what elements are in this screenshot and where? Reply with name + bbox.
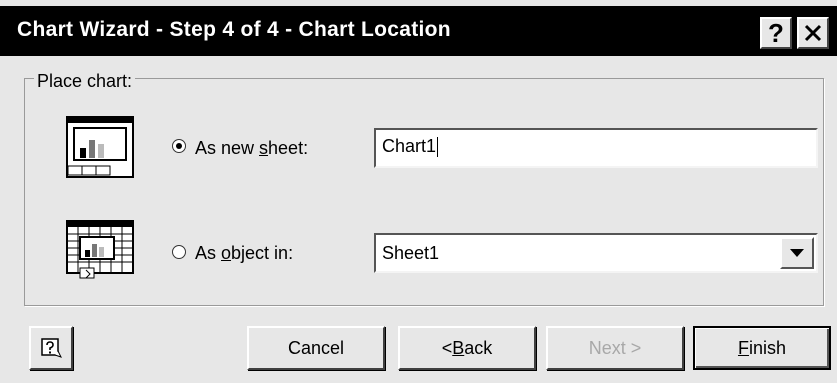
embedded-chart-icon (66, 220, 134, 279)
accelerator-key: F (737, 337, 749, 358)
button-text: < (441, 337, 453, 358)
dialog-title: Chart Wizard - Step 4 of 4 - Chart Locat… (17, 18, 451, 41)
cancel-button[interactable]: Cancel (247, 326, 385, 370)
finish-button[interactable]: Finish (693, 326, 831, 370)
text-caret (437, 137, 439, 158)
office-assistant-button[interactable] (29, 326, 73, 370)
chart-wizard-dialog: Chart Wizard - Step 4 of 4 - Chart Locat… (0, 0, 837, 383)
button-text: ack (464, 337, 493, 358)
close-button[interactable] (797, 17, 829, 49)
label-text: As (195, 243, 222, 263)
label-text: heet: (268, 138, 309, 158)
help-assistant-icon (41, 338, 62, 358)
close-icon (804, 24, 822, 42)
accelerator-key: B (452, 337, 465, 358)
help-title-button[interactable]: ? (760, 17, 792, 49)
triangle-down-icon (790, 249, 804, 257)
new-sheet-name-value: Chart1 (382, 136, 437, 156)
label-text: As new (195, 138, 260, 158)
as-object-in-label[interactable]: As object in: (195, 243, 293, 264)
back-button[interactable]: < Back (398, 326, 536, 370)
as-new-sheet-radio[interactable] (172, 139, 186, 153)
accelerator-key: o (221, 243, 232, 263)
new-sheet-name-input[interactable]: Chart1 (374, 128, 818, 168)
object-in-sheet-value: Sheet1 (382, 243, 440, 263)
chart-sheet-icon (66, 116, 134, 178)
label-text: bject in: (231, 243, 294, 263)
dropdown-button[interactable] (780, 237, 814, 269)
place-chart-label: Place chart: (34, 71, 136, 92)
next-button[interactable]: Next > (546, 326, 684, 370)
as-new-sheet-label[interactable]: As new sheet: (195, 138, 308, 159)
object-in-sheet-select[interactable]: Sheet1 (374, 233, 818, 273)
accelerator-key: s (259, 138, 269, 158)
question-mark-icon: ? (768, 17, 784, 48)
title-bar[interactable]: Chart Wizard - Step 4 of 4 - Chart Locat… (0, 6, 837, 56)
button-text: inish (748, 337, 787, 358)
as-object-in-radio[interactable] (172, 245, 186, 259)
